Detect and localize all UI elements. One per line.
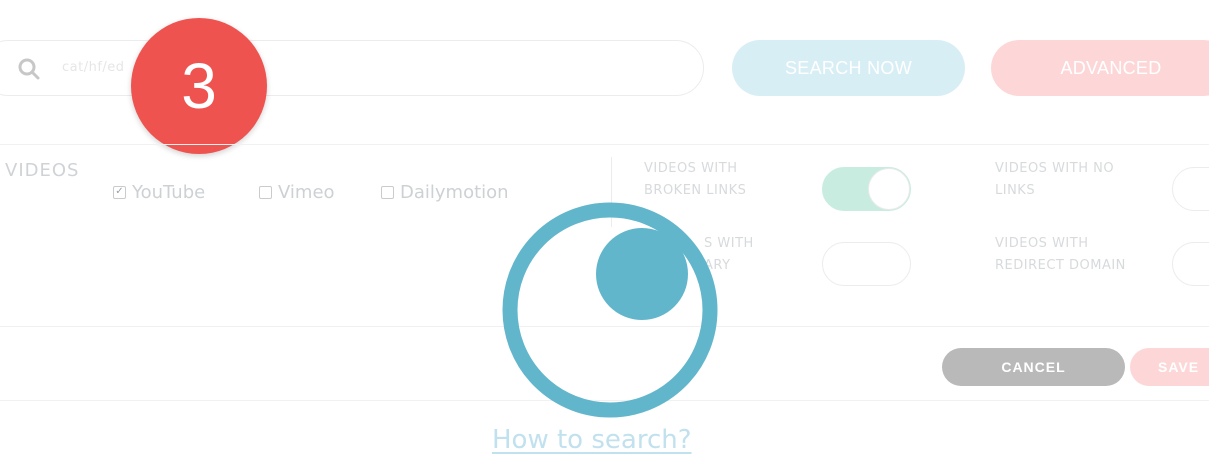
step-badge: 3 [131,18,267,154]
toggle-redirect-domain[interactable] [1172,242,1209,286]
advanced-button[interactable]: ADVANCED [991,40,1209,96]
checkbox-youtube[interactable]: ✓ YouTube [113,182,205,203]
toggle-knob [868,168,910,210]
checkbox-label: Vimeo [278,182,335,203]
checkbox-label: YouTube [132,182,206,203]
divider [0,144,1209,145]
save-button[interactable]: SAVE [1130,348,1209,386]
search-icon [18,58,40,80]
option-label-redirect-domain: VIDEOS WITH REDIRECT DOMAIN [995,236,1126,273]
checkbox-checked-icon: ✓ [113,186,126,199]
toggle-no-links[interactable] [1172,167,1209,211]
toggle-secondary[interactable] [822,242,911,286]
option-label-no-links: VIDEOS WITH NO LINKS [995,161,1115,198]
how-to-search-link[interactable]: How to search? [492,425,692,455]
option-label-broken-links: VIDEOS WITH BROKEN LINKS [644,161,747,198]
search-now-button[interactable]: SEARCH NOW [732,40,965,96]
toggle-broken-links[interactable] [822,167,911,211]
checkbox-label: Dailymotion [400,182,509,203]
checkbox-unchecked-icon [381,186,394,199]
cancel-button[interactable]: CANCEL [942,348,1125,386]
checkbox-dailymotion[interactable]: Dailymotion [381,182,509,203]
search-query[interactable]: cat/hf/ed [62,60,125,75]
checkbox-unchecked-icon [259,186,272,199]
loading-spinner-icon [502,202,718,418]
videos-section-label: VIDEOS [5,160,80,181]
checkbox-vimeo[interactable]: Vimeo [259,182,335,203]
